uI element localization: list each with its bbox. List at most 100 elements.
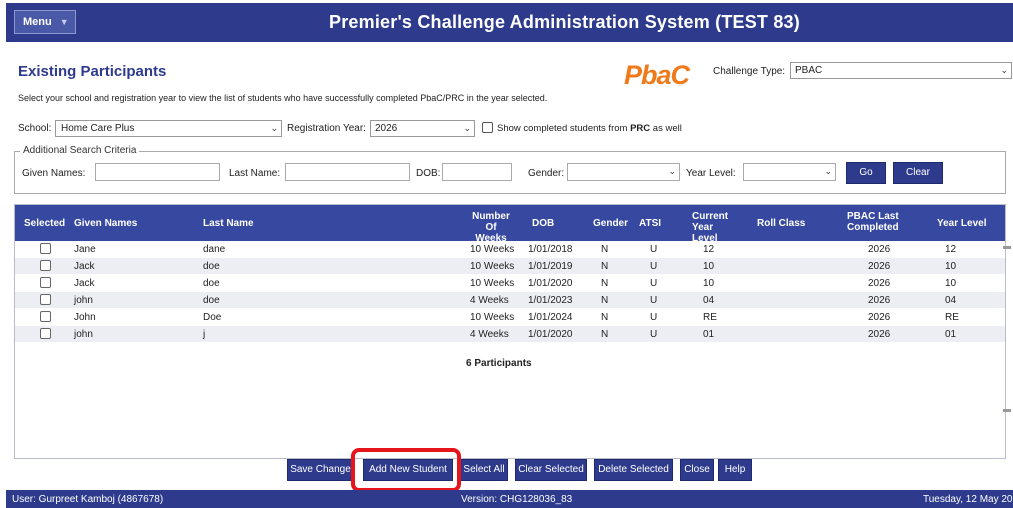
table-row[interactable]: john j 4 Weeks 1/01/2020 N U 01 2026 01 (15, 326, 1005, 342)
participant-count: 6 Participants (466, 358, 532, 369)
cell-pbac-last: 2026 (868, 312, 891, 323)
cell-atsi: U (650, 244, 658, 255)
save-changes-button[interactable]: Save Change (287, 459, 354, 481)
cell-weeks: 10 Weeks (470, 312, 515, 323)
menu-button[interactable]: Menu ▼ (14, 10, 76, 34)
table-row[interactable]: Jane dane 10 Weeks 1/01/2018 N U 12 2026 12 (15, 241, 1005, 257)
cell-pbac-last: 2026 (868, 329, 891, 340)
search-criteria-legend: Additional Search Criteria (20, 145, 140, 156)
cell-dob: 1/01/2023 (528, 295, 573, 306)
clear-button[interactable]: Clear (893, 162, 943, 184)
cell-gender: N (601, 278, 609, 289)
prc-label-before: Show completed students from (497, 123, 631, 134)
cell-dob: 1/01/2019 (528, 261, 573, 272)
school-select[interactable]: Home Care Plus ⌄ (55, 120, 282, 137)
show-prc-checkbox[interactable] (482, 122, 493, 133)
given-names-label: Given Names: (22, 168, 86, 179)
cell-year-level: 10 (945, 278, 957, 289)
highlight-box (351, 448, 461, 492)
col-selected: Selected (24, 218, 66, 229)
chevron-down-icon: ⌄ (270, 123, 278, 133)
table-row[interactable]: Jack doe 10 Weeks 1/01/2019 N U 10 2026 10 (15, 258, 1005, 274)
school-value: Home Care Plus (61, 123, 135, 134)
dob-input[interactable] (442, 163, 512, 181)
app-title: Premier's Challenge Administration Syste… (329, 12, 800, 32)
col-roll-class: Roll Class (757, 218, 806, 229)
row-select-checkbox[interactable] (40, 328, 51, 339)
last-name-input[interactable] (285, 163, 410, 181)
scrollbar-marker[interactable] (1003, 246, 1011, 249)
row-select-checkbox[interactable] (40, 311, 51, 322)
challenge-type-value: PBAC (795, 65, 823, 76)
cell-current-year: 10 (703, 278, 715, 289)
cell-pbac-last: 2026 (868, 295, 891, 306)
cell-pbac-last: 2026 (868, 278, 891, 289)
dob-label: DOB: (416, 168, 441, 179)
cell-dob: 1/01/2024 (528, 312, 573, 323)
cell-last: Doe (203, 312, 222, 323)
registration-year-label: Registration Year: (287, 123, 366, 134)
col-number-of-weeks: Number Of Weeks (472, 211, 510, 244)
cell-last: doe (203, 295, 220, 306)
cell-atsi: U (650, 278, 658, 289)
cell-given: John (74, 312, 96, 323)
cell-current-year: 01 (703, 329, 715, 340)
status-bar: User: Gurpreet Kamboj (4867678) Version:… (6, 490, 1013, 508)
cell-given: Jack (74, 278, 95, 289)
cell-current-year: RE (703, 312, 717, 323)
cell-year-level: 12 (945, 244, 957, 255)
cell-atsi: U (650, 312, 658, 323)
cell-last: doe (203, 278, 220, 289)
page-description: Select your school and registration year… (18, 93, 548, 103)
cell-given: john (74, 329, 93, 340)
delete-selected-button[interactable]: Delete Selected (594, 459, 673, 481)
given-names-input[interactable] (95, 163, 220, 181)
cell-atsi: U (650, 261, 658, 272)
cell-atsi: U (650, 295, 658, 306)
registration-year-select[interactable]: 2026 ⌄ (370, 120, 475, 137)
cell-gender: N (601, 295, 609, 306)
select-all-button[interactable]: Select All (460, 459, 508, 481)
col-current-year-level: Current Year Level (692, 211, 729, 244)
row-select-checkbox[interactable] (40, 260, 51, 271)
last-name-label: Last Name: (229, 168, 281, 179)
clear-selected-button[interactable]: Clear Selected (515, 459, 587, 481)
cell-gender: N (601, 261, 609, 272)
menu-label: Menu (23, 16, 52, 28)
table-header: Selected Given Names Last Name Number Of… (15, 205, 1005, 244)
row-select-checkbox[interactable] (40, 294, 51, 305)
table-row[interactable]: john doe 4 Weeks 1/01/2023 N U 04 2026 04 (15, 292, 1005, 308)
cell-gender: N (601, 244, 609, 255)
cell-year-level: 04 (945, 295, 957, 306)
row-select-checkbox[interactable] (40, 277, 51, 288)
go-button[interactable]: Go (846, 162, 886, 184)
footer-user: User: Gurpreet Kamboj (4867678) (12, 494, 164, 505)
chevron-down-icon: ⌄ (1000, 65, 1008, 75)
page-title: Existing Participants (18, 63, 167, 80)
pbac-logo: PbaC (624, 60, 690, 90)
row-select-checkbox[interactable] (40, 243, 51, 254)
cell-given: Jack (74, 261, 95, 272)
cell-weeks: 4 Weeks (470, 295, 509, 306)
show-prc-label: Show completed students from PRC as well (497, 123, 682, 134)
gender-select[interactable]: ⌄ (567, 163, 680, 181)
cell-current-year: 04 (703, 295, 715, 306)
col-given-names: Given Names (74, 218, 138, 229)
cell-atsi: U (650, 329, 658, 340)
scrollbar-marker[interactable] (1003, 409, 1011, 412)
cell-dob: 1/01/2020 (528, 278, 573, 289)
close-button[interactable]: Close (680, 459, 714, 481)
col-dob: DOB (532, 218, 555, 229)
year-level-select[interactable]: ⌄ (743, 163, 836, 181)
chevron-down-icon: ▼ (59, 17, 69, 27)
challenge-type-select[interactable]: PBAC ⌄ (790, 62, 1012, 79)
cell-weeks: 10 Weeks (470, 261, 515, 272)
chevron-down-icon: ⌄ (668, 166, 676, 176)
chevron-down-icon: ⌄ (824, 166, 832, 176)
cell-year-level: 10 (945, 261, 957, 272)
table-row[interactable]: Jack doe 10 Weeks 1/01/2020 N U 10 2026 10 (15, 275, 1005, 291)
cell-gender: N (601, 312, 609, 323)
cell-weeks: 10 Weeks (470, 278, 515, 289)
table-row[interactable]: John Doe 10 Weeks 1/01/2024 N U RE 2026 RE (15, 309, 1005, 325)
help-button[interactable]: Help (718, 459, 752, 481)
